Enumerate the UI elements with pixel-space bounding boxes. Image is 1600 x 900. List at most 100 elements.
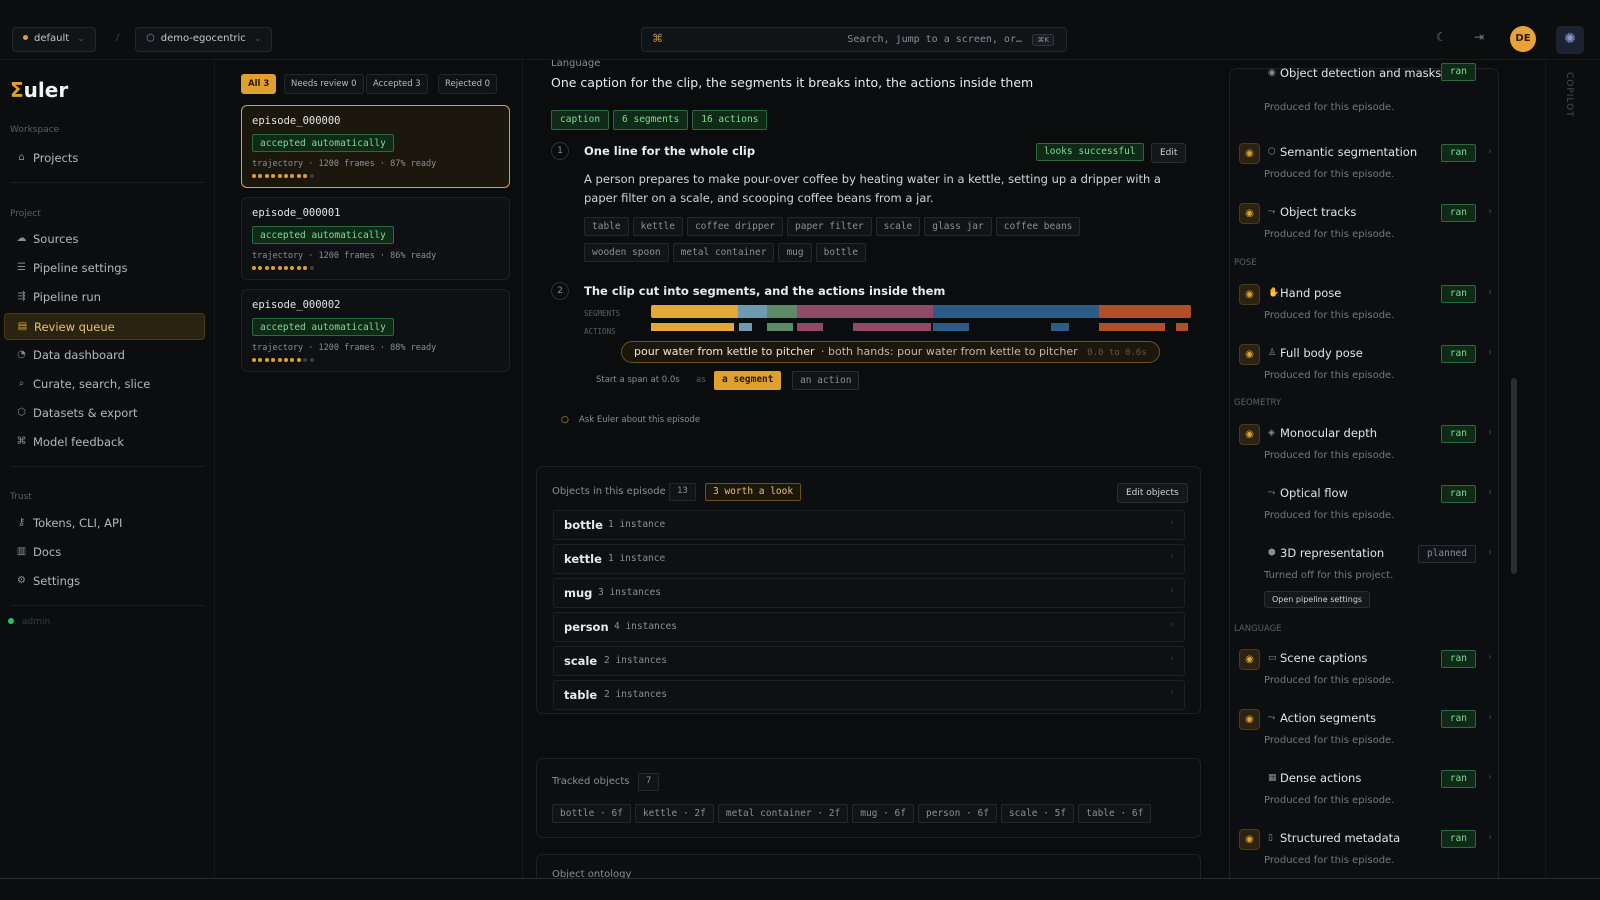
search-input[interactable]: ⌘ Search, jump to a screen, or… ⌘K [641, 27, 1067, 52]
action-bar[interactable] [1176, 323, 1188, 331]
object-name: mug [564, 586, 593, 600]
open-pipeline-settings-button[interactable]: Open pipeline settings [1264, 591, 1371, 608]
box-icon: ⬡ [17, 407, 26, 418]
eye-icon[interactable]: ◉ [1239, 829, 1260, 850]
project-switcher[interactable]: ⬡ demo-egocentric ⌄ [135, 27, 273, 52]
command-icon: ⌘ [652, 32, 663, 45]
tab-accepted[interactable]: Accepted 3 [366, 74, 428, 94]
episode-card[interactable]: episode_000001 accepted automatically tr… [241, 197, 510, 280]
segment-bar[interactable] [767, 305, 797, 318]
sidebar-item-tokens[interactable]: ⚷ Tokens, CLI, API [4, 510, 205, 537]
action-bar[interactable] [853, 323, 931, 331]
object-row[interactable]: mug 3 instances › [553, 578, 1185, 608]
sidebar-item-pipeline-settings[interactable]: ☰ Pipeline settings [4, 255, 205, 282]
eye-icon[interactable]: ◉ [1239, 143, 1260, 164]
pipeline-item[interactable]: ▦ Dense actions ran › Produced for this epis… [1230, 769, 1500, 829]
pipeline-item[interactable]: ◉ ⬡ Semantic segmentation ran › Produced for … [1230, 143, 1500, 203]
object-row[interactable]: bottle 1 instance › [553, 510, 1185, 540]
sidebar-item-settings[interactable]: ⚙ Settings [4, 568, 205, 595]
tab-needs-review[interactable]: Needs review 0 [284, 74, 364, 94]
chevron-right-icon: › [1488, 287, 1492, 298]
worth-a-look-badge[interactable]: 3 worth a look [705, 483, 802, 501]
sidebar-item-docs[interactable]: ▥ Docs [4, 539, 205, 566]
object-row[interactable]: table 2 instances › [553, 680, 1185, 710]
episode-name: episode_000002 [252, 299, 341, 311]
action-bar[interactable] [739, 323, 752, 331]
span-hint: Start a span at 0.0s [596, 375, 680, 385]
pipeline-item[interactable]: ⬢ 3D representation planned › Turned off for… [1230, 544, 1500, 608]
sidebar-item-projects[interactable]: ⌂ Projects [4, 145, 205, 172]
ask-euler-link[interactable]: Ask Euler about this episode [579, 415, 700, 425]
segment-bar[interactable] [1099, 305, 1191, 318]
logout-icon[interactable]: ⇥ [1474, 30, 1484, 44]
eye-icon[interactable]: ◉ [1239, 424, 1260, 445]
segment-bar[interactable] [738, 305, 767, 318]
chevron-right-icon: › [1488, 146, 1492, 157]
readiness-dot [252, 266, 256, 270]
chevron-right-icon: › [1170, 688, 1174, 698]
episode-card[interactable]: episode_000002 accepted automatically tr… [241, 289, 510, 372]
segment-bar[interactable] [797, 305, 933, 318]
status-badge: ran [1440, 770, 1476, 788]
pipeline-item[interactable]: ◉ ⤳ Object tracks ran › Produced for this epi… [1230, 203, 1500, 263]
pipeline-item[interactable]: ◉ ♙ Full body pose ran › Produced for this ep… [1230, 344, 1500, 404]
project-icon: ⬡ [146, 33, 155, 44]
sidebar-item-datasets[interactable]: ⬡ Datasets & export [4, 400, 205, 427]
sidebar-item-label: Docs [33, 545, 62, 559]
sidebar-item-curate[interactable]: ⌕ Curate, search, slice [4, 371, 205, 398]
action-bar[interactable] [651, 323, 734, 331]
file-icon: ▯ [1268, 833, 1273, 843]
sidebar-item-label: Sources [33, 232, 79, 246]
action-bar[interactable] [1099, 323, 1165, 331]
timeline[interactable] [651, 305, 1191, 335]
episode-card[interactable]: episode_000000 accepted automatically tr… [241, 105, 510, 188]
sidebar-item-review-queue[interactable]: ▤ Review queue [4, 313, 205, 340]
object-row[interactable]: person 4 instances › [553, 612, 1185, 642]
search-icon: ⌕ [18, 378, 25, 389]
edit-caption-button[interactable]: Edit [1151, 143, 1187, 163]
eye-icon[interactable]: ◉ [1239, 344, 1260, 365]
edit-objects-button[interactable]: Edit objects [1117, 483, 1188, 503]
segment-bar[interactable] [933, 305, 1099, 318]
pipeline-item[interactable]: ◉ ▭ Scene captions ran › Produced for this ep… [1230, 649, 1500, 709]
pipeline-item[interactable]: ◉ ⤳ Action segments ran › Produced for this e… [1230, 709, 1500, 769]
status-text: admin [22, 617, 51, 627]
eye-icon[interactable]: ◉ [1239, 649, 1260, 670]
sidebar-item-sources[interactable]: ☁ Sources [4, 226, 205, 253]
pipeline-item[interactable]: ⤳ Optical flow ran › Produced for this episo… [1230, 484, 1500, 544]
eye-icon[interactable]: ◉ [1239, 709, 1260, 730]
action-bar[interactable] [767, 323, 793, 331]
segment-bar[interactable] [651, 305, 738, 318]
eye-icon[interactable]: ◉ [1239, 203, 1260, 224]
action-bar[interactable] [1051, 323, 1069, 331]
action-bar[interactable] [933, 323, 969, 331]
tab-all[interactable]: All 3 [241, 74, 277, 94]
pipeline-item[interactable]: ◉ ✋ Hand pose ran › Produced for this episode… [1230, 284, 1500, 344]
pipeline-item[interactable]: ◉ ▯ Structured metadata ran › Produced for th… [1230, 829, 1500, 878]
sidebar-item-model-feedback[interactable]: ⌘ Model feedback [4, 429, 205, 456]
scrollbar[interactable] [1511, 378, 1517, 574]
moon-icon[interactable]: ☾ [1436, 30, 1447, 44]
object-count: 2 instances [604, 689, 667, 700]
object-row[interactable]: scale 2 instances › [553, 646, 1185, 676]
tab-rejected[interactable]: Rejected 0 [438, 74, 498, 94]
eye-icon[interactable]: ◉ [1239, 284, 1260, 305]
status-badge: accepted automatically [252, 226, 394, 244]
readiness-dot [252, 174, 256, 178]
workspace-switcher[interactable]: default ⌄ [12, 27, 96, 52]
pipeline-item[interactable]: ◉ ◈ Monocular depth ran › Produced for this e… [1230, 424, 1500, 484]
action-bar[interactable] [797, 323, 823, 331]
sidebar-item-pipeline-run[interactable]: ⇶ Pipeline run [4, 284, 205, 311]
span-type-segment-button[interactable]: a segment [714, 371, 782, 390]
span-type-action-button[interactable]: an action [792, 371, 860, 390]
tracked-label: Tracked objects [552, 776, 630, 787]
readiness-dot [271, 358, 276, 362]
search-shortcut: ⌘K [1032, 34, 1054, 46]
avatar[interactable]: DE [1510, 26, 1536, 52]
pipeline-panel: ◉ Object detection and masks ran Produce… [1209, 60, 1505, 878]
bottom-divider [0, 878, 1600, 879]
copilot-icon[interactable]: ✺ [1556, 26, 1584, 54]
pipeline-item[interactable]: ◉ Object detection and masks ran Produce… [1230, 63, 1500, 127]
object-row[interactable]: kettle 1 instance › [553, 544, 1185, 574]
sidebar-item-data-dashboard[interactable]: ◔ Data dashboard [4, 342, 205, 369]
